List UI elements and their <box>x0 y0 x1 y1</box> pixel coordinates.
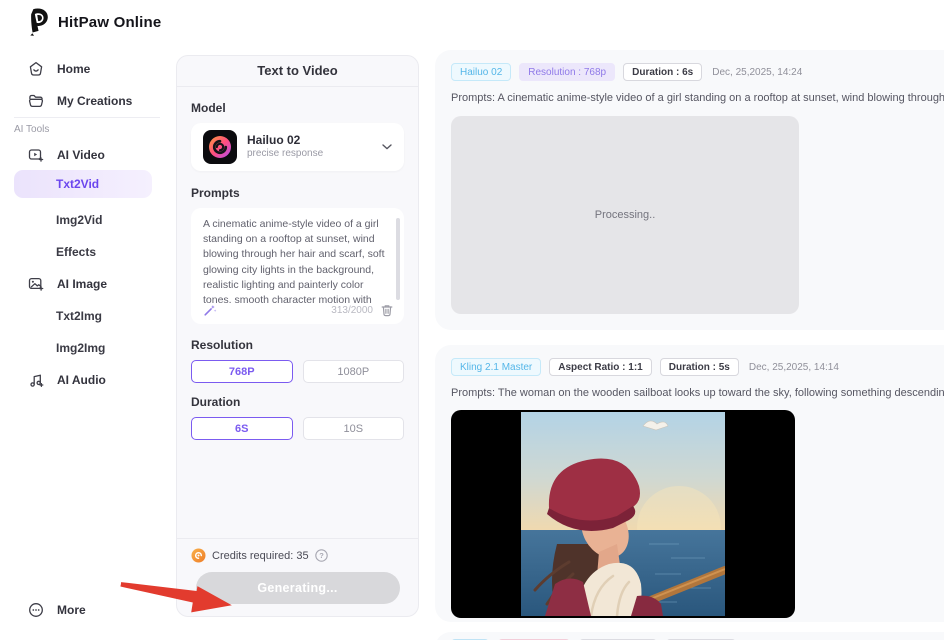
model-texts: Hailuo 02 precise response <box>247 133 372 161</box>
hitpaw-logo-icon <box>26 8 50 36</box>
model-badge: Hailuo 02 <box>451 63 511 81</box>
brand-name: HitPaw Online <box>58 14 161 31</box>
ai-image-icon <box>28 276 44 292</box>
result-badges-partial <box>435 632 944 640</box>
sidebar-item-label: Img2Img <box>56 341 105 355</box>
sidebar-item-txt2vid[interactable]: Txt2Vid <box>14 170 152 198</box>
sidebar-item-label: Effects <box>56 245 96 259</box>
sidebar-item-my-creations[interactable]: My Creations <box>0 92 132 110</box>
folder-icon <box>28 93 44 109</box>
sidebar-item-txt2img[interactable]: Txt2Img <box>56 307 102 325</box>
resolution-option-1080p[interactable]: 1080P <box>303 360 405 383</box>
duration-label: Duration <box>191 395 404 409</box>
result-timestamp: Dec, 25,2025, 14:14 <box>749 362 839 373</box>
prompt-input[interactable]: A cinematic anime-style video of a girl … <box>203 217 390 303</box>
result-prompt-text: Prompts: A cinematic anime-style video o… <box>451 92 944 104</box>
sidebar-item-label: Txt2Vid <box>56 177 99 191</box>
aspect-ratio-badge: Aspect Ratio : 1:1 <box>549 358 651 376</box>
chevron-down-icon <box>382 144 392 150</box>
prompt-toolbar: 313/2000 <box>203 303 394 317</box>
sidebar-item-img2vid[interactable]: Img2Vid <box>56 211 102 229</box>
result-badges: Hailuo 02 Resolution : 768p Duration : 6… <box>451 63 944 81</box>
sidebar-item-more[interactable]: More <box>0 601 86 619</box>
generate-button[interactable]: Generating... <box>196 572 400 604</box>
credits-row: Credits required: 35 ? <box>191 548 404 563</box>
ai-video-icon <box>28 147 44 163</box>
trash-icon[interactable] <box>380 303 394 317</box>
result-card-processing: Hailuo 02 Resolution : 768p Duration : 6… <box>435 50 944 330</box>
result-video-thumbnail[interactable] <box>451 410 795 618</box>
result-card-video: Kling 2.1 Master Aspect Ratio : 1:1 Dura… <box>435 345 944 622</box>
video-scene-woman-sailboat <box>521 412 725 616</box>
sidebar-item-img2img[interactable]: Img2Img <box>56 339 105 357</box>
model-badge: Kling 2.1 Master <box>451 358 541 376</box>
processing-placeholder: Processing.. <box>451 116 799 314</box>
sidebar: Home My Creations AI Tools AI Video Txt2… <box>0 46 176 640</box>
model-selector[interactable]: Hailuo 02 precise response <box>191 123 404 171</box>
hailuo-model-icon <box>203 130 237 164</box>
text-to-video-panel: Text to Video Model Hailuo 02 <box>176 55 419 617</box>
sidebar-item-label: AI Image <box>57 277 107 291</box>
brand-logo[interactable]: HitPaw Online <box>26 8 161 36</box>
sidebar-item-label: Img2Vid <box>56 213 102 227</box>
resolution-label: Resolution <box>191 338 404 352</box>
resolution-option-768p[interactable]: 768P <box>191 360 293 383</box>
model-label: Model <box>191 101 404 115</box>
panel-footer: Credits required: 35 ? Generating... <box>177 538 418 616</box>
result-prompt-text: Prompts: The woman on the wooden sailboa… <box>451 387 944 399</box>
duration-option-10s[interactable]: 10S <box>303 417 405 440</box>
prompt-scrollbar[interactable] <box>396 218 400 300</box>
sidebar-item-ai-video[interactable]: AI Video <box>0 146 105 164</box>
results-list[interactable]: Hailuo 02 Resolution : 768p Duration : 6… <box>435 50 944 640</box>
sidebar-item-home[interactable]: Home <box>0 60 90 78</box>
svg-text:?: ? <box>319 551 324 560</box>
app-root: HitPaw Online Home My Creations AI Tools <box>0 0 944 640</box>
duration-option-6s[interactable]: 6S <box>191 417 293 440</box>
sidebar-item-label: Home <box>57 62 90 76</box>
panel-title: Text to Video <box>177 56 418 87</box>
sidebar-section-label: AI Tools <box>14 124 49 135</box>
result-timestamp: Dec, 25,2025, 14:24 <box>712 67 802 78</box>
sidebar-item-label: My Creations <box>57 94 132 108</box>
sidebar-item-effects[interactable]: Effects <box>56 243 96 261</box>
magic-wand-icon[interactable] <box>203 303 217 317</box>
processing-status: Processing.. <box>595 209 656 221</box>
prompts-label: Prompts <box>191 186 404 200</box>
resolution-options: 768P 1080P <box>191 360 404 383</box>
sidebar-item-label: AI Video <box>57 148 105 162</box>
credits-text: Credits required: 35 <box>212 550 309 562</box>
credit-coin-icon <box>191 548 206 563</box>
home-icon <box>28 61 44 77</box>
prompt-box: A cinematic anime-style video of a girl … <box>191 208 404 324</box>
duration-badge: Duration : 6s <box>623 63 702 81</box>
sidebar-item-label: More <box>57 603 86 617</box>
panel-body: Model Hailuo 02 precise response <box>177 87 418 538</box>
help-icon[interactable]: ? <box>315 549 328 562</box>
sidebar-item-ai-image[interactable]: AI Image <box>0 275 107 293</box>
resolution-badge: Resolution : 768p <box>519 63 615 81</box>
result-card-partial <box>435 632 944 640</box>
char-counter: 313/2000 <box>331 305 373 316</box>
sidebar-divider <box>14 117 160 118</box>
ai-audio-icon <box>28 372 44 388</box>
sidebar-item-label: AI Audio <box>57 373 106 387</box>
model-name: Hailuo 02 <box>247 133 372 148</box>
model-subtitle: precise response <box>247 148 372 161</box>
sidebar-item-label: Txt2Img <box>56 309 102 323</box>
duration-badge: Duration : 5s <box>660 358 739 376</box>
more-icon <box>28 602 44 618</box>
sidebar-item-ai-audio[interactable]: AI Audio <box>0 371 106 389</box>
result-badges: Kling 2.1 Master Aspect Ratio : 1:1 Dura… <box>451 358 944 376</box>
duration-options: 6S 10S <box>191 417 404 440</box>
